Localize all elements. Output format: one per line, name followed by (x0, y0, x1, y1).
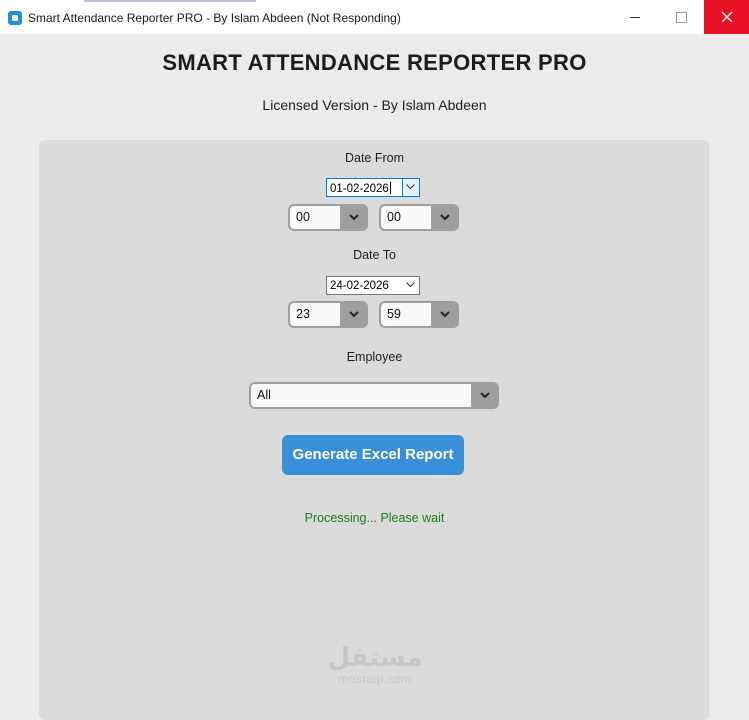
to-hour-select[interactable]: 23 (288, 301, 368, 328)
from-minute-dropdown[interactable] (433, 206, 457, 229)
employee-label: Employee (346, 350, 403, 364)
from-hour-select[interactable]: 00 (288, 204, 368, 231)
generate-report-button[interactable]: Generate Excel Report (282, 435, 464, 475)
from-minute-value: 00 (387, 210, 401, 224)
minimize-button[interactable] (612, 0, 658, 34)
chevron-down-icon (440, 311, 450, 318)
chevron-down-icon (349, 311, 359, 318)
watermark-latin: mostaql.com (338, 672, 412, 686)
chevron-down-icon (480, 392, 490, 399)
status-message: Processing... Please wait (304, 511, 445, 525)
date-from-label: Date From (344, 151, 405, 165)
license-subtitle: Licensed Version - By Islam Abdeen (262, 97, 487, 113)
maximize-button[interactable] (658, 0, 704, 34)
chevron-down-icon (406, 282, 415, 288)
close-button[interactable] (704, 0, 749, 34)
from-hour-value: 00 (296, 210, 310, 224)
employee-dropdown[interactable] (473, 384, 497, 407)
to-hour-dropdown[interactable] (342, 303, 366, 326)
chevron-down-icon (349, 214, 359, 221)
employee-select[interactable]: All (249, 382, 499, 409)
date-from-picker[interactable]: 01-02-2026 (326, 178, 420, 197)
from-hour-dropdown[interactable] (342, 206, 366, 229)
employee-value: All (257, 388, 271, 402)
to-hour-value: 23 (296, 307, 310, 321)
to-minute-value: 59 (387, 307, 401, 321)
form-panel (39, 140, 709, 720)
taskbar-accent (84, 0, 256, 2)
chevron-down-icon (440, 214, 450, 221)
date-to-label: Date To (353, 248, 396, 262)
to-minute-select[interactable]: 59 (379, 301, 459, 328)
close-icon (721, 11, 733, 23)
date-to-dropdown[interactable] (403, 277, 419, 294)
mostaql-watermark: مستقل mostaql.com (327, 644, 423, 686)
date-from-dropdown[interactable] (402, 179, 419, 196)
to-minute-dropdown[interactable] (433, 303, 457, 326)
chevron-down-icon (406, 184, 415, 190)
window-title: Smart Attendance Reporter PRO - By Islam… (28, 11, 401, 25)
window-titlebar[interactable]: Smart Attendance Reporter PRO - By Islam… (0, 0, 749, 34)
from-minute-select[interactable]: 00 (379, 204, 459, 231)
date-to-value: 24-02-2026 (330, 280, 389, 292)
date-to-picker[interactable]: 24-02-2026 (326, 276, 420, 295)
watermark-arabic: مستقل (327, 643, 423, 673)
app-icon (8, 11, 22, 25)
app-title: SMART ATTENDANCE REPORTER PRO (162, 50, 587, 75)
date-from-value: 01-02-2026 (330, 183, 389, 195)
